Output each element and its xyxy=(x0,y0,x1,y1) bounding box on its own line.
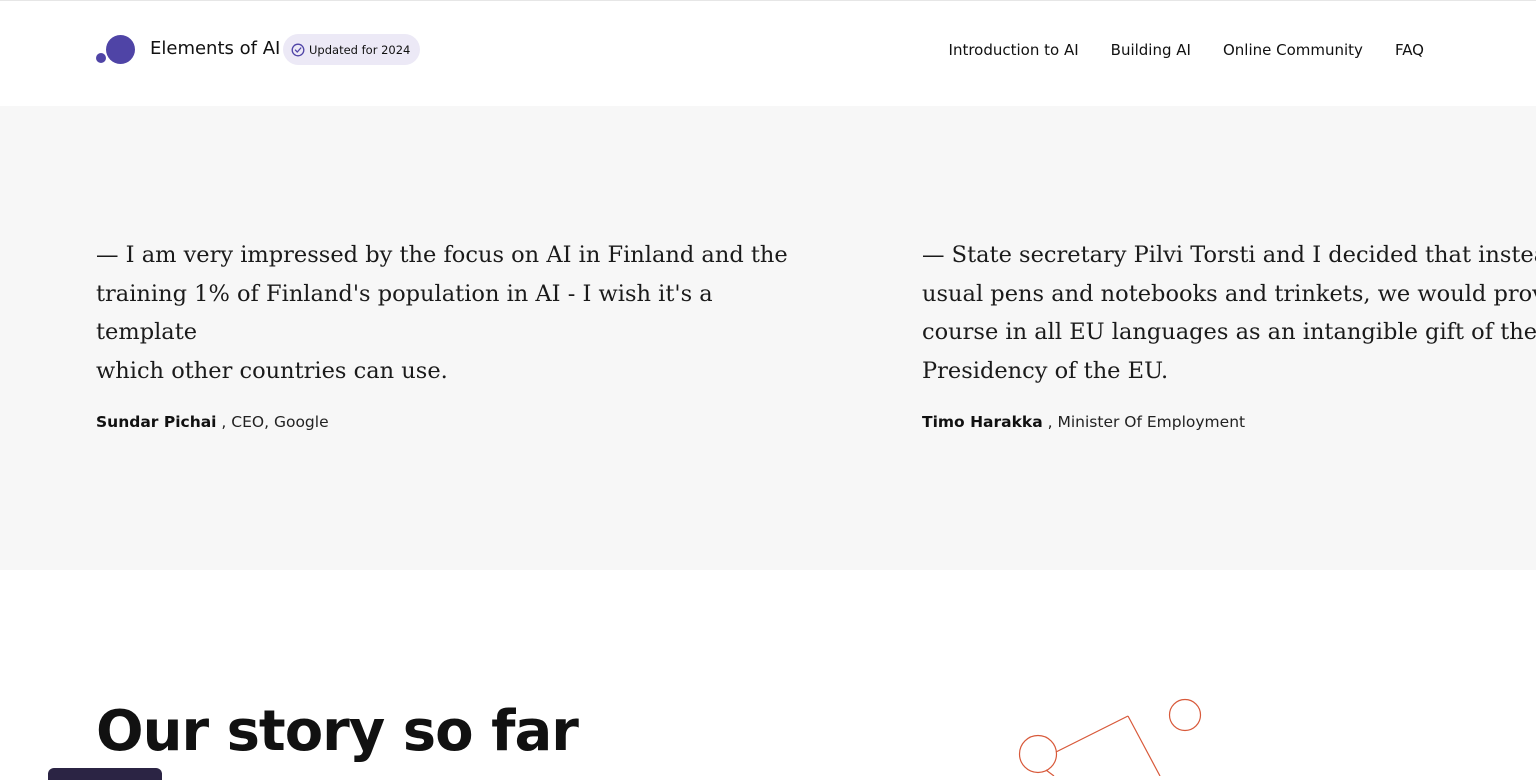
author-role: , CEO, Google xyxy=(216,413,329,431)
quote-line: — State secretary Pilvi Torsti and I dec… xyxy=(922,242,1536,268)
nav-online-community[interactable]: Online Community xyxy=(1223,40,1363,60)
site-header: Elements of AI Updated for 2024 Introduc… xyxy=(0,0,1536,106)
elements-of-ai-logo[interactable] xyxy=(96,35,136,65)
testimonial-quote: — State secretary Pilvi Torsti and I dec… xyxy=(922,236,1536,390)
testimonial-card: — I am very impressed by the focus on AI… xyxy=(96,236,816,432)
nav-building-ai[interactable]: Building AI xyxy=(1111,40,1191,60)
quote-line: usual pens and notebooks and trinkets, w… xyxy=(922,280,1536,307)
main-nav: Introduction to AI Building AI Online Co… xyxy=(949,40,1424,60)
check-circle-icon xyxy=(291,43,305,57)
quote-line: — I am very impressed by the focus on AI… xyxy=(96,242,788,268)
brand-name-link[interactable]: Elements of AI xyxy=(150,38,280,60)
quote-line: training 1% of Finland's population in A… xyxy=(96,280,713,346)
author-name: Timo Harakka xyxy=(922,413,1043,431)
testimonial-quote: — I am very impressed by the focus on AI… xyxy=(96,236,806,390)
quote-line: which other countries can use. xyxy=(96,357,448,384)
network-illustration xyxy=(1010,690,1230,776)
updated-badge: Updated for 2024 xyxy=(283,34,421,65)
story-section-title: Our story so far xyxy=(96,699,579,764)
quote-line: Presidency of the EU. xyxy=(922,357,1169,384)
testimonial-attribution: Sundar Pichai , CEO, Google xyxy=(96,412,816,432)
author-name: Sundar Pichai xyxy=(96,413,217,431)
testimonial-attribution: Timo Harakka , Minister Of Employment xyxy=(922,412,1536,432)
logo-large-dot xyxy=(106,35,135,64)
floating-action-button[interactable] xyxy=(48,768,162,780)
nav-faq[interactable]: FAQ xyxy=(1395,40,1424,60)
quote-line: course in all EU languages as an intangi… xyxy=(922,319,1536,345)
nav-introduction-to-ai[interactable]: Introduction to AI xyxy=(949,40,1079,60)
badge-label: Updated for 2024 xyxy=(309,42,411,57)
testimonial-card: — State secretary Pilvi Torsti and I dec… xyxy=(922,236,1536,432)
author-role: , Minister Of Employment xyxy=(1042,413,1246,431)
logo-small-dot xyxy=(96,53,106,63)
testimonials-carousel[interactable]: — I am very impressed by the focus on AI… xyxy=(0,106,1536,570)
